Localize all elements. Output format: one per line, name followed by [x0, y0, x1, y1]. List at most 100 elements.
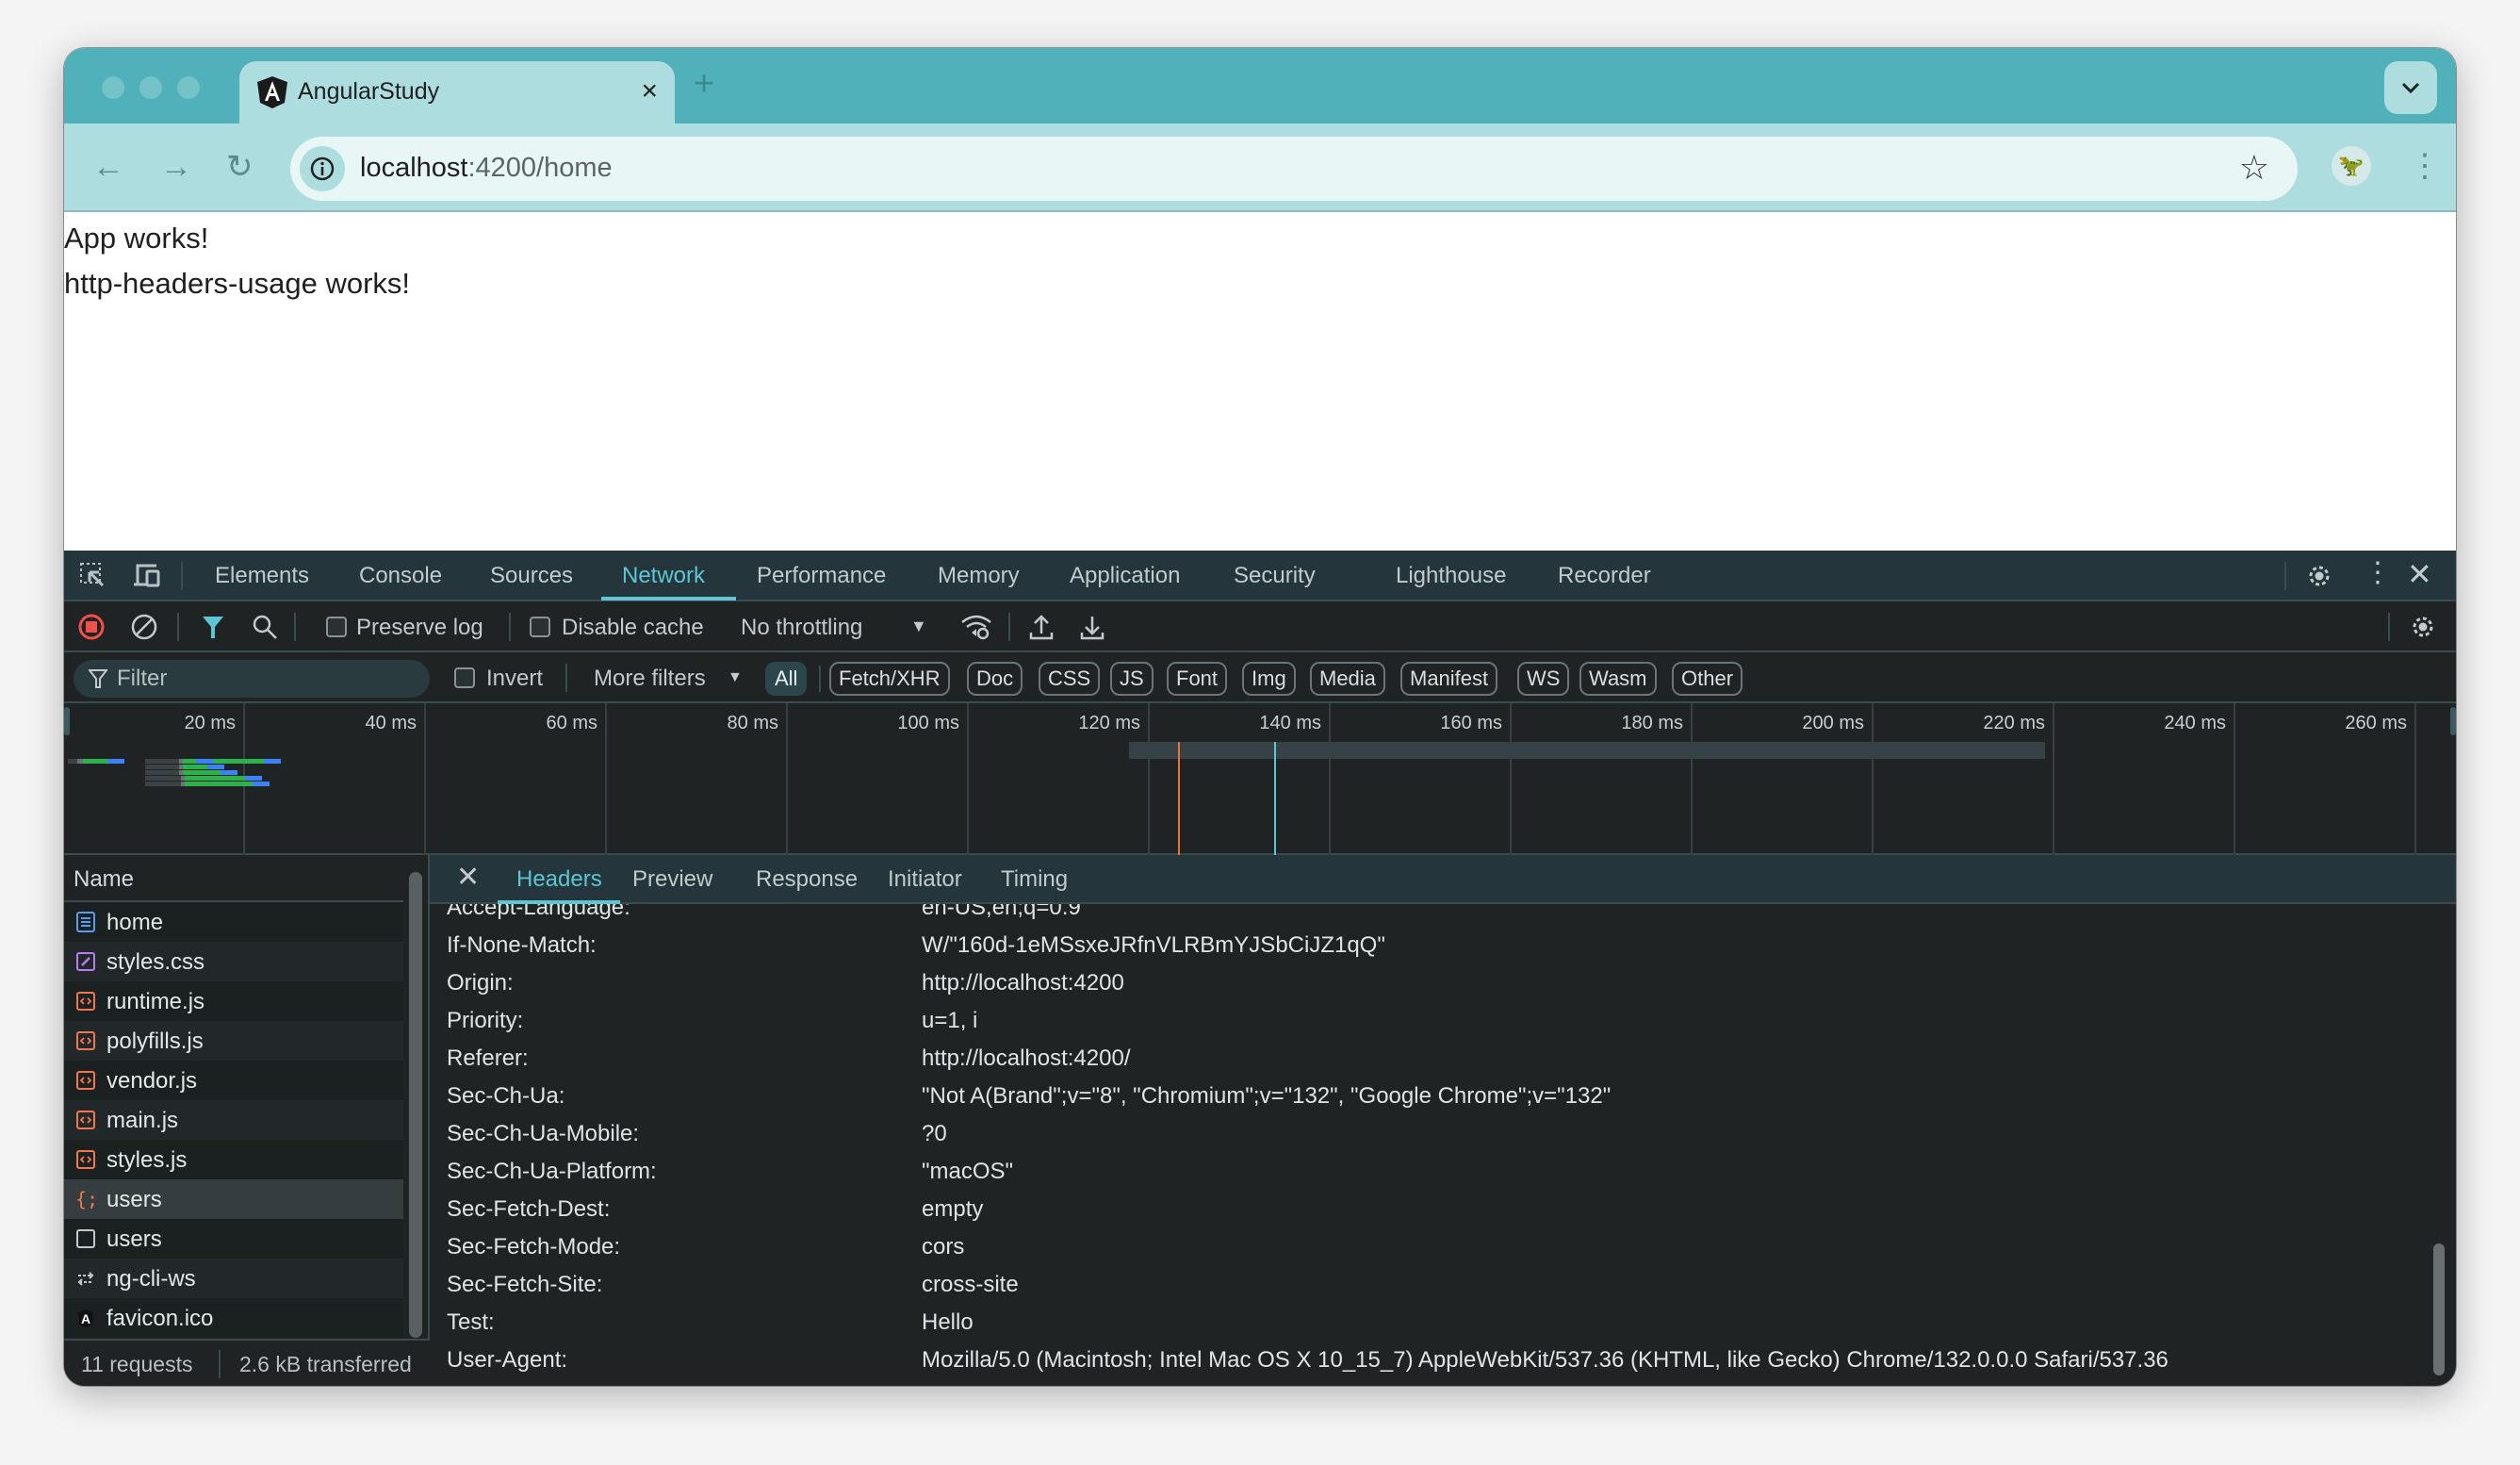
panel-tab-application[interactable]: Application [1070, 563, 1180, 589]
timeline-tick-label: 200 ms [1802, 713, 1864, 733]
request-row[interactable]: home [64, 902, 403, 942]
browser-tab-active[interactable]: AngularStudy × [239, 61, 675, 123]
request-row[interactable]: styles.js [64, 1140, 403, 1179]
request-row[interactable]: vendor.js [64, 1061, 403, 1100]
panel-tab-memory[interactable]: Memory [938, 563, 1020, 589]
request-row[interactable]: main.js [64, 1100, 403, 1140]
request-row[interactable]: users [64, 1219, 403, 1259]
profile-avatar[interactable]: 🦖 [2332, 146, 2371, 186]
filter-funnel-icon[interactable] [200, 613, 226, 641]
browser-menu-icon[interactable]: ⋮ [2409, 144, 2441, 188]
request-name: styles.css [106, 949, 205, 975]
address-bar[interactable]: localhost:4200/home ☆ [290, 137, 2298, 201]
preserve-log-checkbox[interactable] [326, 617, 347, 637]
header-value: W/"160d-1eMSsxeJRfnVLRBmYJSbCiJZ1qQ" [922, 932, 1385, 958]
type-filter-css[interactable]: CSS [1039, 662, 1101, 696]
request-row[interactable]: Afavicon.ico [64, 1298, 403, 1338]
network-conditions-icon[interactable] [957, 613, 995, 641]
timeline-tick-label: 140 ms [1259, 713, 1321, 733]
type-filter-img[interactable]: Img [1242, 662, 1296, 696]
filter-input[interactable]: Filter [74, 660, 430, 698]
disable-cache-checkbox[interactable] [530, 617, 550, 637]
search-icon[interactable] [251, 613, 279, 641]
import-har-upload-icon[interactable] [1027, 613, 1055, 641]
type-filter-wasm[interactable]: Wasm [1579, 662, 1657, 696]
request-details: Accept-Language: en-US,en;q=0.9 If-None-Ma… [430, 855, 2456, 1386]
panel-tab-console[interactable]: Console [359, 563, 442, 589]
waterfall-segment [264, 759, 281, 764]
header-name: Origin: [447, 970, 514, 996]
window-minimize-dot[interactable] [139, 76, 162, 99]
details-scrollbar[interactable] [2433, 1243, 2445, 1375]
more-filters-button[interactable]: More filters [594, 666, 706, 692]
panel-tab-lighthouse[interactable]: Lighthouse [1396, 563, 1506, 589]
inspect-element-icon[interactable] [77, 560, 107, 590]
site-info-icon[interactable] [300, 146, 345, 191]
fetch-icon: {;} [75, 1188, 109, 1210]
bookmark-star-icon[interactable]: ☆ [2239, 148, 2269, 188]
window-zoom-dot[interactable] [177, 76, 200, 99]
type-filter-fetch-xhr[interactable]: Fetch/XHR [829, 662, 950, 696]
timeline-gridline [424, 703, 426, 855]
type-filter-manifest[interactable]: Manifest [1400, 662, 1498, 696]
panel-tab-network[interactable]: Network [622, 563, 705, 589]
reload-icon[interactable]: ↻ [226, 148, 254, 186]
request-row[interactable]: runtime.js [64, 981, 403, 1021]
details-tab-timing[interactable]: Timing [1001, 866, 1068, 893]
window-close-dot[interactable] [102, 76, 124, 99]
panel-tab-elements[interactable]: Elements [215, 563, 309, 589]
stylesheet-icon [75, 951, 96, 972]
forward-arrow-icon[interactable]: → [160, 148, 192, 186]
request-row[interactable]: styles.css [64, 942, 403, 981]
devtools-settings-gear-icon[interactable] [2303, 560, 2335, 592]
clear-log-icon[interactable] [130, 613, 158, 641]
new-tab-button[interactable]: + [694, 63, 714, 105]
network-filter-bar: Filter Invert More filters ▼ All Fetch/X… [64, 652, 2456, 703]
type-filter-other[interactable]: Other [1672, 662, 1743, 696]
timeline-tick-label: 60 ms [546, 713, 597, 733]
type-filter-all[interactable]: All [765, 662, 808, 696]
request-list-scrollbar[interactable] [409, 872, 422, 1338]
export-har-download-icon[interactable] [1078, 613, 1106, 641]
details-tab-response[interactable]: Response [756, 866, 858, 893]
request-name: favicon.ico [106, 1306, 214, 1331]
details-tabs: ✕ Headers Preview Response Initiator Tim… [430, 855, 2456, 904]
throttling-select[interactable]: No throttling [741, 615, 862, 641]
panel-tab-security[interactable]: Security [1234, 563, 1316, 589]
type-filter-doc[interactable]: Doc [967, 662, 1023, 696]
overview-right-handle[interactable] [2450, 707, 2456, 735]
tab-close-icon[interactable]: × [641, 74, 658, 108]
more-filters-arrow-icon[interactable]: ▼ [728, 669, 743, 686]
devtools-more-options-icon[interactable]: ⋮ [2364, 556, 2392, 589]
type-filter-media[interactable]: Media [1310, 662, 1385, 696]
panel-tab-performance[interactable]: Performance [757, 563, 886, 589]
request-row[interactable]: polyfills.js [64, 1021, 403, 1061]
type-filter-js[interactable]: JS [1110, 662, 1154, 696]
other-resource-icon [75, 1228, 96, 1249]
details-tab-headers[interactable]: Headers [516, 866, 602, 893]
waterfall-segment [83, 759, 107, 764]
network-settings-gear-icon[interactable] [2407, 611, 2439, 643]
details-tab-initiator[interactable]: Initiator [888, 866, 962, 893]
throttling-dropdown-arrow-icon[interactable]: ▼ [910, 617, 927, 636]
devtools-close-icon[interactable]: ✕ [2407, 556, 2432, 592]
record-stop-icon[interactable] [77, 613, 106, 641]
request-row[interactable]: {;} users [64, 1179, 403, 1219]
network-overview-timeline[interactable]: 20 ms 40 ms 60 ms 80 ms 100 ms 120 ms 140 ms 16… [64, 703, 2456, 855]
tab-search-button[interactable] [2384, 61, 2437, 114]
type-filter-font[interactable]: Font [1167, 662, 1228, 696]
url-text[interactable]: localhost:4200/home [360, 153, 613, 184]
request-row[interactable]: ng-cli-ws [64, 1259, 403, 1298]
details-tab-preview[interactable]: Preview [632, 866, 712, 893]
close-details-icon[interactable]: ✕ [456, 861, 480, 894]
request-name: main.js [106, 1108, 179, 1133]
panel-tab-recorder[interactable]: Recorder [1558, 563, 1651, 589]
panel-tab-sources[interactable]: Sources [490, 563, 573, 589]
invert-checkbox[interactable] [454, 667, 475, 688]
timeline-tick-label: 100 ms [897, 713, 959, 733]
back-arrow-icon[interactable]: ← [92, 148, 124, 186]
type-filter-ws[interactable]: WS [1517, 662, 1570, 696]
device-toolbar-icon[interactable] [132, 560, 164, 590]
name-column-header[interactable]: Name [64, 855, 403, 902]
overview-left-handle[interactable] [64, 707, 70, 735]
